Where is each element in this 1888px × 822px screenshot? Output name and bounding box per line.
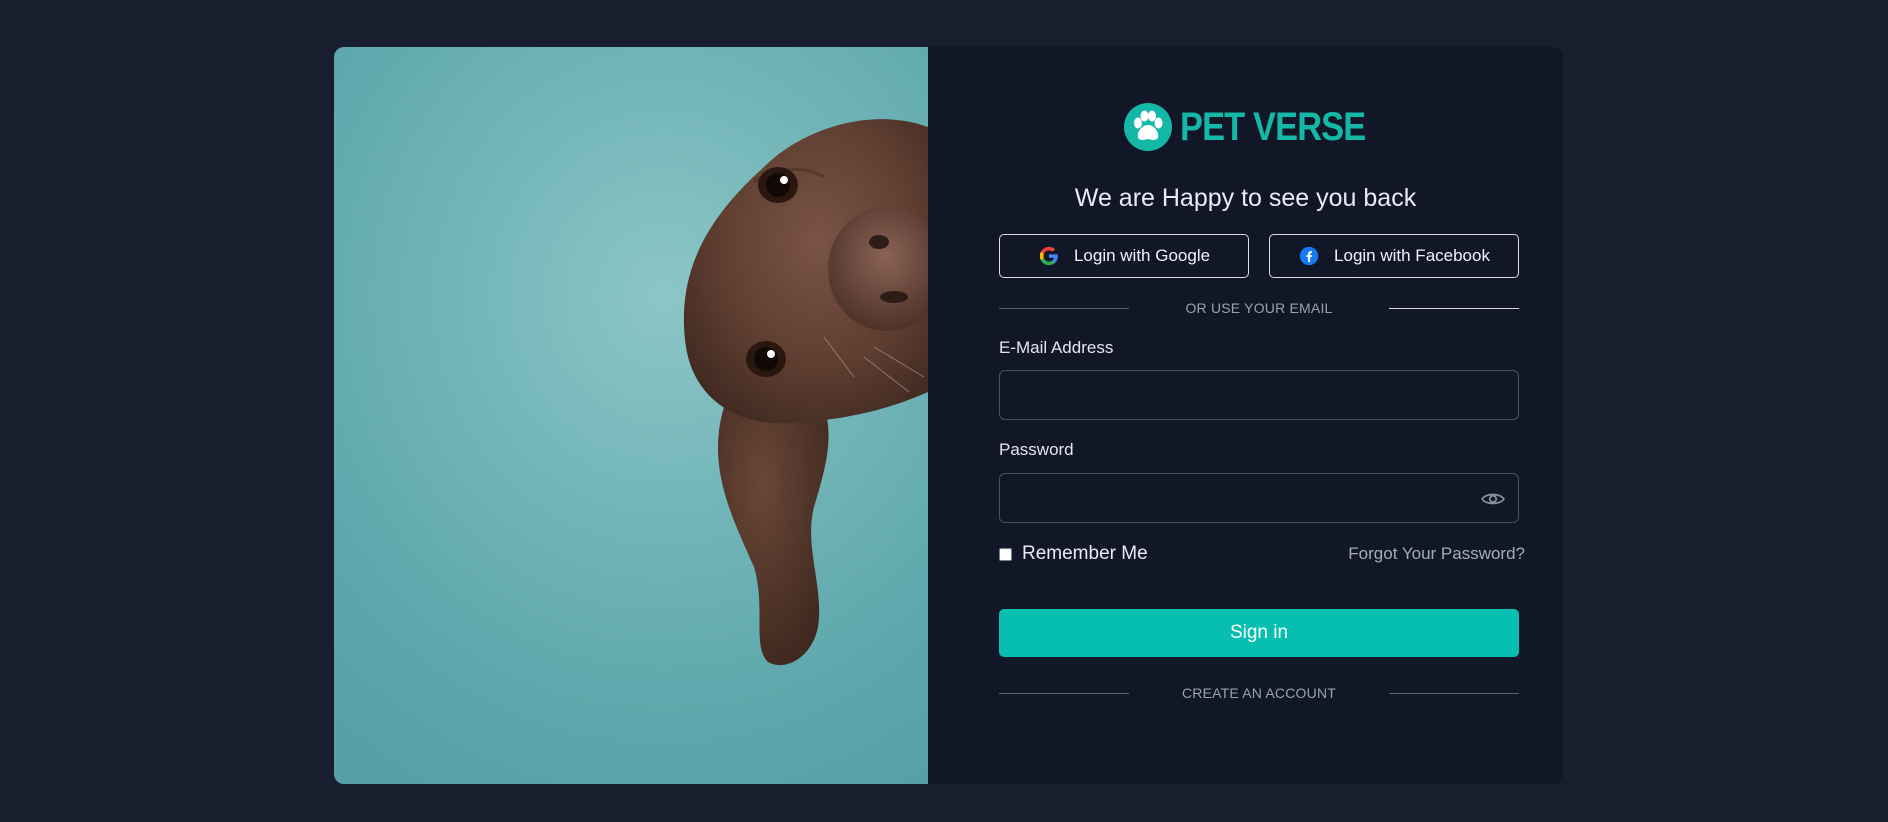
- dog-illustration: [683, 119, 928, 666]
- divider-email-text: OR USE YOUR EMAIL: [1185, 300, 1333, 316]
- divider-line-right: [1388, 307, 1519, 309]
- login-google-button[interactable]: Login with Google: [999, 234, 1249, 278]
- divider-line-left: [999, 692, 1129, 694]
- login-card: PET VERSE We are Happy to see you back L…: [334, 47, 1563, 784]
- email-field[interactable]: [999, 370, 1519, 420]
- dog-photo: [334, 47, 928, 784]
- facebook-icon: [1299, 246, 1319, 266]
- forgot-password-link[interactable]: Forgot Your Password?: [1348, 544, 1525, 564]
- password-field[interactable]: [999, 473, 1519, 523]
- email-label: E-Mail Address: [999, 338, 1114, 357]
- remember-me-label: Remember Me: [1022, 543, 1148, 564]
- divider-line-left: [999, 307, 1129, 309]
- eye-icon[interactable]: [1480, 486, 1506, 512]
- divider-email: OR USE YOUR EMAIL: [999, 300, 1519, 316]
- create-account-link[interactable]: CREATE AN ACCOUNT: [1182, 685, 1336, 701]
- remember-me-checkbox[interactable]: [999, 547, 1012, 561]
- brand: PET VERSE: [928, 103, 1563, 151]
- login-facebook-label: Login with Facebook: [1334, 246, 1490, 265]
- signin-button[interactable]: Sign in: [999, 609, 1519, 657]
- social-login-row: Login with Google Login with Facebook: [999, 234, 1519, 278]
- login-facebook-button[interactable]: Login with Facebook: [1269, 234, 1519, 278]
- password-label: Password: [999, 440, 1074, 459]
- remember-me: Remember Me: [999, 543, 1148, 565]
- welcome-heading: We are Happy to see you back: [1074, 184, 1417, 212]
- login-form: PET VERSE We are Happy to see you back L…: [928, 47, 1563, 784]
- divider-create-account: CREATE AN ACCOUNT: [999, 685, 1519, 701]
- paw-icon: [1123, 103, 1172, 151]
- google-icon: [1039, 246, 1058, 266]
- login-google-label: Login with Google: [1073, 246, 1211, 265]
- divider-line-right: [1389, 692, 1519, 694]
- brand-name: PET VERSE: [1179, 104, 1366, 149]
